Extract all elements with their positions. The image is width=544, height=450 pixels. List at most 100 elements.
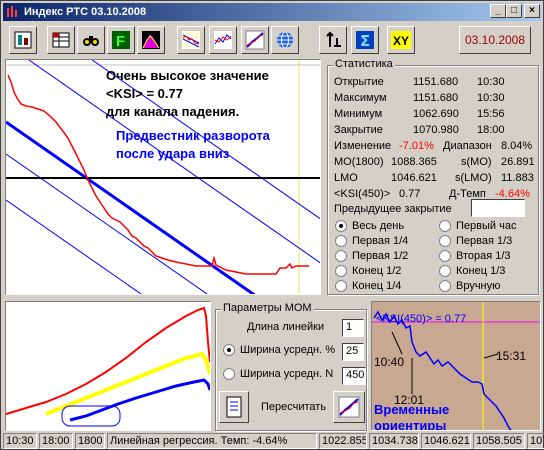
period-radio-dot[interactable]	[335, 235, 347, 247]
period-radio[interactable]: Вторая 1/3	[439, 250, 511, 262]
status-cell: 1800	[75, 433, 105, 449]
period-radio[interactable]: Весь день	[335, 220, 404, 232]
width-pct-input[interactable]: 25	[342, 343, 364, 361]
period-radio-dot[interactable]	[335, 280, 347, 292]
mini-chart[interactable]: <KSI(450)> = 0.77 10:40 12:01 15:31 Врем…	[371, 301, 541, 431]
period-radio-dot[interactable]	[335, 250, 347, 262]
period-radio[interactable]: Первая 1/2	[335, 250, 408, 262]
mini-chart-canvas: <KSI(450)> = 0.77 10:40 12:01 15:31 Врем…	[372, 302, 540, 431]
width-n-input[interactable]: 450	[342, 367, 366, 385]
period-radio-dot[interactable]	[439, 235, 451, 247]
status-cell: 1022.855	[319, 433, 367, 449]
stats-group-label: Статистика	[333, 58, 395, 70]
period-radio-label: Вторая 1/3	[456, 250, 511, 262]
period-radio[interactable]: Конец 1/4	[335, 280, 401, 292]
width-n-radio-dot[interactable]	[223, 368, 235, 380]
mini-time-1: 10:40	[374, 355, 404, 369]
window-title: Индекс РТС 03.10.2008	[24, 6, 147, 18]
status-cell: 1058.505	[473, 433, 525, 449]
period-radio-label: Первая 1/4	[352, 235, 409, 247]
status-cell: 1034.738	[369, 433, 419, 449]
period-radio[interactable]: Конец 1/3	[439, 265, 505, 277]
minimize-button[interactable]: _	[490, 4, 506, 18]
change-label: Изменение	[334, 140, 392, 152]
f-icon[interactable]: F	[107, 26, 135, 54]
period-radio-label: Конец 1/2	[352, 265, 402, 277]
width-pct-radio-dot[interactable]	[223, 344, 235, 356]
main-chart[interactable]: Очень высокое значение <KSI> = 0.77 для …	[5, 59, 321, 295]
report-icon	[226, 396, 242, 418]
width-n-label: Ширина усредн. N	[240, 368, 334, 380]
report-icon-button[interactable]	[219, 391, 249, 423]
stat-row-value: 1062.690	[413, 108, 459, 120]
period-radio-label: Первый час	[456, 220, 517, 232]
lmo-value: 1046.621	[391, 172, 437, 184]
stat-row-label: Максимум	[334, 92, 387, 104]
annotation-black-1: Очень высокое значение	[106, 68, 269, 83]
width-pct-radio[interactable]: Ширина усредн. %	[223, 344, 335, 356]
lines-icon[interactable]	[209, 26, 237, 54]
period-radio-label: Конец 1/3	[456, 265, 506, 277]
stat-row-label: Открытие	[334, 76, 384, 88]
binoculars-icon[interactable]	[77, 26, 105, 54]
prev-close-input[interactable]	[471, 199, 525, 217]
period-radio[interactable]: Первый час	[439, 220, 516, 232]
period-radio[interactable]: Конец 1/2	[335, 265, 401, 277]
main-chart-canvas: Очень высокое значение <KSI> = 0.77 для …	[6, 60, 320, 294]
period-radio[interactable]: Вручную	[439, 280, 500, 292]
date-button[interactable]: 03.10.2008	[459, 26, 531, 54]
mom-chart[interactable]	[5, 301, 211, 431]
period-radio[interactable]: Первая 1/4	[335, 235, 408, 247]
sigma-icon[interactable]: Σ	[351, 26, 379, 54]
slmo-value: 11.883	[501, 172, 534, 184]
status-cell: Линейная регрессия. Темп: -4.64%	[107, 433, 317, 449]
range-value: 8.04%	[501, 140, 533, 152]
status-cell: 1070	[527, 433, 544, 449]
stat-row-value: 1070.980	[413, 124, 459, 136]
annotation-blue-1: Предвестник разворота	[116, 128, 271, 143]
xy-icon[interactable]: XY	[387, 26, 415, 54]
recalc-chart-button[interactable]	[333, 391, 365, 423]
status-cell: 18:00	[39, 433, 73, 449]
trend-icon[interactable]	[241, 26, 269, 54]
mom-chart-canvas	[6, 306, 210, 427]
mini-annotation-2: ориентиры	[374, 418, 446, 431]
ksi-value: 0.77	[399, 188, 421, 200]
stat-row-time: 15:56	[477, 108, 505, 120]
title-bar[interactable]: Индекс РТС 03.10.2008	[3, 3, 541, 21]
slmo-label: s(LMO)	[455, 172, 492, 184]
svg-text:Σ: Σ	[360, 32, 370, 50]
mini-ksi-label: <KSI(450)> = 0.77	[376, 313, 466, 325]
globe-icon[interactable]	[271, 26, 299, 54]
annotation-black-2: <KSI> = 0.77	[106, 86, 183, 101]
histogram-icon[interactable]	[137, 26, 165, 54]
period-radio-dot[interactable]	[439, 220, 451, 232]
close-button[interactable]: ×	[524, 4, 540, 18]
period-radio-label: Конец 1/4	[352, 280, 402, 292]
ruler-input[interactable]: 1	[342, 319, 364, 337]
stat-row-value: 1151.680	[413, 92, 459, 104]
period-radio[interactable]: Первая 1/3	[439, 235, 512, 247]
spreadsheet-icon[interactable]	[47, 26, 75, 54]
toolbar: F Σ XY 03.10.2008	[3, 23, 541, 59]
width-n-radio[interactable]: Ширина усредн. N	[223, 368, 333, 380]
ruler-label: Длина линейки	[247, 321, 325, 333]
period-radio-label: Весь день	[352, 220, 405, 232]
period-radio-dot[interactable]	[439, 280, 451, 292]
period-radio-label: Первая 1/2	[352, 250, 409, 262]
stat-row-time: 10:30	[477, 92, 505, 104]
maximize-button[interactable]: □	[506, 4, 522, 18]
period-radio-dot[interactable]	[335, 265, 347, 277]
period-radio-dot[interactable]	[335, 220, 347, 232]
annotation-black-3: для канала падения.	[106, 104, 239, 119]
recalc-label[interactable]: Пересчитать	[261, 401, 326, 413]
sort-icon[interactable]	[319, 26, 347, 54]
range-label: Диапазон	[443, 140, 492, 152]
app-icon	[7, 6, 17, 17]
ksi-label: <KSI(450)>	[334, 188, 391, 200]
period-radio-dot[interactable]	[439, 250, 451, 262]
channel-icon[interactable]	[177, 26, 205, 54]
period-radio-dot[interactable]	[439, 265, 451, 277]
mom-blue-curve	[69, 378, 210, 422]
chart-window-icon[interactable]	[9, 26, 37, 54]
